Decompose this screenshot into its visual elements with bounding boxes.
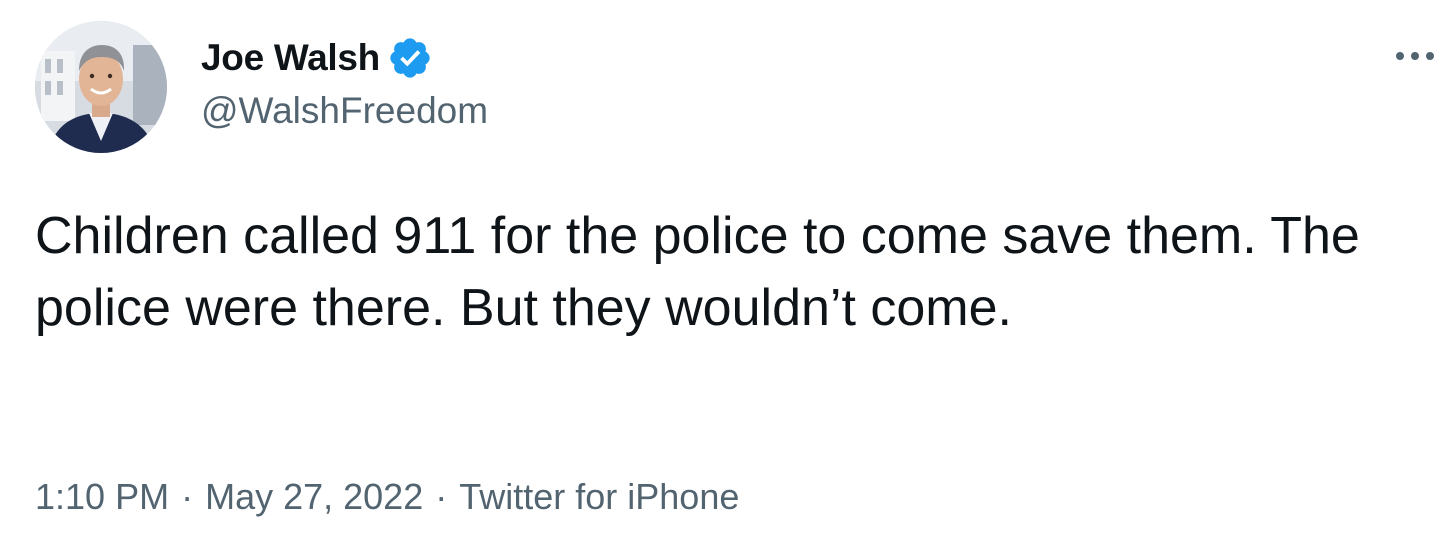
display-name[interactable]: Joe Walsh xyxy=(201,37,380,79)
tweet-text: Children called 911 for the police to co… xyxy=(35,207,1375,337)
tweet-metadata: 1:10 PM · May 27, 2022 · Twitter for iPh… xyxy=(35,476,739,518)
author-block[interactable]: Joe Walsh @WalshFreedom xyxy=(201,35,488,132)
profile-photo-icon xyxy=(35,21,167,153)
tweet-time[interactable]: 1:10 PM xyxy=(35,476,169,518)
tweet-date[interactable]: May 27, 2022 xyxy=(205,476,423,518)
name-row: Joe Walsh xyxy=(201,35,488,81)
tweet-card: Joe Walsh @WalshFreedom Children called … xyxy=(0,0,1454,558)
more-options-icon[interactable] xyxy=(1392,44,1438,68)
tweet-source[interactable]: Twitter for iPhone xyxy=(459,476,739,518)
author-handle[interactable]: @WalshFreedom xyxy=(201,90,488,132)
separator: · xyxy=(181,476,194,517)
separator: · xyxy=(435,476,448,517)
verified-badge-icon xyxy=(387,35,433,81)
avatar[interactable] xyxy=(35,21,167,153)
